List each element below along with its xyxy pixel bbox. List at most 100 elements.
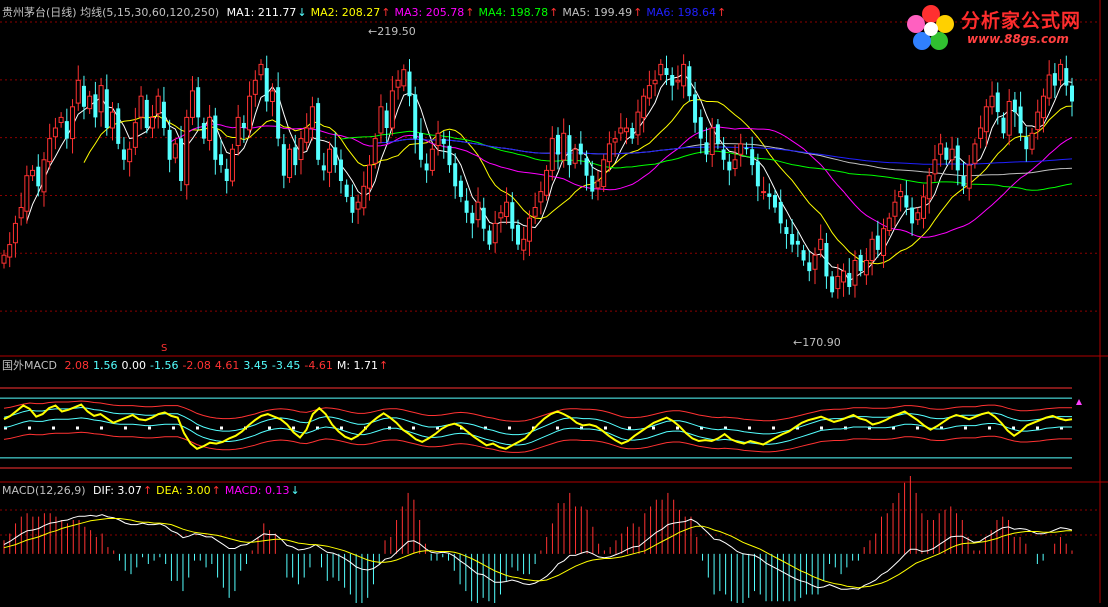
candle-body: [681, 63, 687, 87]
candle-body: [424, 163, 429, 171]
candle-body: [595, 180, 601, 189]
candle-body: [510, 202, 515, 229]
candle-body: [30, 169, 36, 177]
candle-body: [241, 122, 246, 128]
zero-dot: [28, 426, 31, 430]
candle-body: [910, 207, 915, 224]
candle-body: [869, 238, 875, 262]
candle-body: [738, 143, 744, 155]
candle-body: [333, 147, 338, 166]
logo-brand-text: 分析家公式网: [961, 10, 1082, 32]
ma-legend-item-5: MA6: 198.64: [646, 6, 717, 19]
ind1-legend-item-0: 2.08: [64, 359, 89, 372]
ind2-legend-item-1: DEA: 3.00: [156, 484, 211, 497]
candle-body: [875, 235, 880, 250]
logo: 分析家公式网 www.88gs.com: [905, 2, 1105, 54]
candle-body: [812, 254, 818, 270]
candle-body: [179, 138, 184, 181]
candle-body: [1012, 99, 1017, 113]
candle-body: [276, 87, 281, 139]
zero-dot: [1036, 426, 1039, 430]
candle-body: [219, 154, 224, 166]
ind1-legend-item-5: 4.61: [214, 359, 240, 372]
candle-body: [549, 138, 555, 171]
candle-body: [309, 106, 315, 129]
candle-body: [693, 94, 698, 123]
candle-body: [384, 110, 389, 128]
ind1-legend-item-9-up-arrow-icon: ↑: [379, 359, 389, 372]
candle-body: [298, 138, 304, 161]
candle-body: [955, 145, 960, 171]
zero-dot: [652, 426, 655, 430]
candle-body: [1024, 137, 1029, 150]
candle-body: [161, 101, 166, 128]
candle-body: [830, 276, 835, 293]
lower-envelope: [3, 431, 1072, 453]
candle-body: [932, 159, 938, 175]
candle-body: [898, 191, 904, 198]
candle-body: [561, 132, 567, 161]
chart-stage: 贵州茅台(日线) 均线(5,15,30,60,120,250) MA1: 211…: [0, 0, 1108, 607]
candle-body: [852, 260, 858, 286]
ma-legend-item-5-up-arrow-icon: ↑: [717, 6, 727, 19]
candle-body: [116, 108, 121, 144]
indicator1-lines: [0, 387, 1082, 469]
ind1-legend-item-6: 3.45: [243, 359, 268, 372]
candle-body: [972, 143, 978, 164]
candle-body: [492, 222, 498, 244]
high-price-label: ←219.50: [368, 25, 416, 38]
candle-body: [818, 238, 824, 251]
candle-body: [915, 212, 921, 221]
candle-body: [1052, 73, 1057, 86]
main-line: [3, 403, 1073, 450]
candle-body: [167, 129, 172, 160]
indicator1-legend-title: 国外MACD: [2, 359, 57, 372]
ma-legend-item-2-up-arrow-icon: ↑: [465, 6, 475, 19]
candle-body: [795, 240, 800, 245]
zero-dot: [748, 426, 751, 430]
zero-dot: [820, 426, 823, 430]
candle-body: [886, 217, 892, 232]
candle-body: [464, 200, 469, 213]
candle-body: [995, 92, 1000, 113]
candle-body: [429, 148, 435, 171]
candle-body: [207, 116, 213, 141]
candle-body: [1, 254, 7, 264]
candle-body: [41, 159, 47, 193]
candle-body: [1029, 132, 1035, 150]
candlestick-series: [1, 54, 1074, 299]
candle-body: [75, 79, 81, 104]
candle-body: [47, 138, 53, 163]
candle-body: [252, 79, 258, 95]
candle-body: [155, 95, 161, 115]
zero-dot: [52, 426, 55, 430]
candle-body: [441, 138, 446, 144]
candle-body: [172, 143, 178, 159]
zero-dot: [628, 426, 631, 430]
candle-body: [64, 121, 69, 139]
candle-body: [978, 127, 984, 139]
candle-body: [213, 115, 218, 160]
ind1-legend-item-3: -1.56: [149, 359, 179, 372]
candle-body: [532, 207, 538, 217]
candle-body: [1006, 101, 1012, 136]
dea-line: [3, 518, 1072, 589]
candle-body: [7, 244, 13, 258]
candle-body: [652, 79, 658, 85]
candle-body: [767, 193, 772, 197]
candle-body: [1035, 111, 1041, 131]
candle-body: [350, 196, 355, 213]
candle-body: [949, 148, 955, 161]
ma-line-1: [26, 73, 1073, 282]
zero-dot: [340, 426, 343, 430]
candle-body: [521, 238, 527, 251]
zero-dot: [676, 426, 679, 430]
candle-body: [361, 185, 367, 209]
candle-body: [555, 134, 560, 155]
candle-body: [70, 106, 76, 140]
candle-body: [824, 243, 829, 277]
candle-body: [475, 201, 481, 221]
candle-body: [321, 165, 326, 171]
candle-body: [618, 127, 624, 134]
candle-body: [1064, 68, 1069, 86]
